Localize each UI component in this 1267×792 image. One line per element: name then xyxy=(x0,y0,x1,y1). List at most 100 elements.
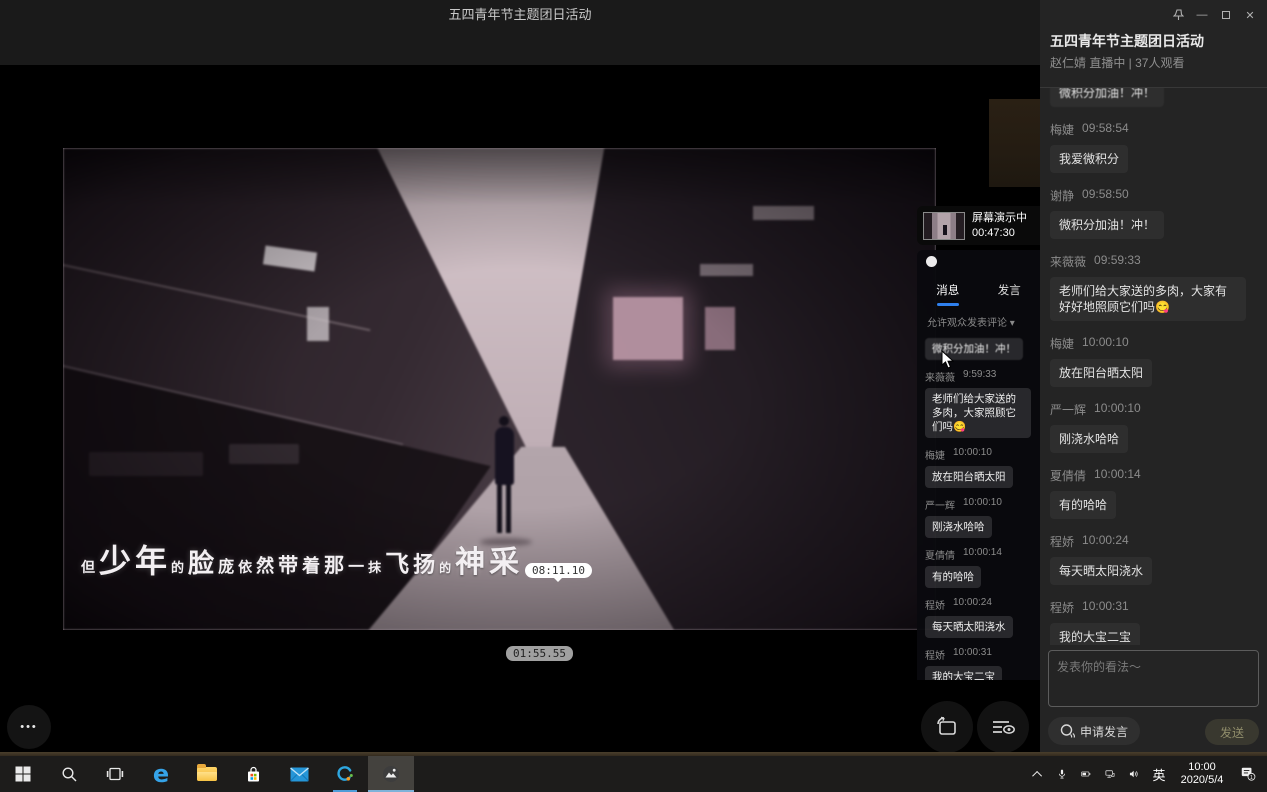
sender-name: 程娇 xyxy=(925,597,945,612)
top-title-bar: 五四青年节主题团日活动 xyxy=(0,0,1040,65)
message-bubble: 微积分加油！冲！ xyxy=(925,338,1023,360)
more-options-button[interactable]: ••• xyxy=(7,705,51,749)
app-window: 五四青年节主题团日活动 但少年的脸庞依然带着那一抹飞扬的神采 08:11.10 xyxy=(0,0,1267,792)
chat-message: 谢静 09:58:50 微积分加油！冲！ xyxy=(1050,187,1257,239)
task-view-button[interactable] xyxy=(92,756,138,792)
floating-chat-panel: 消息 发言 允许观众发表评论 ▾ 微积分加油！冲！ 来薇薇 9:59:33 老师… xyxy=(917,250,1040,680)
message-bubble: 每天晒太阳浇水 xyxy=(1050,557,1152,585)
folder-icon xyxy=(197,767,217,781)
chat-message: 梅婕 10:00:10 放在阳台晒太阳 xyxy=(925,447,1032,488)
message-time: 10:00:14 xyxy=(963,547,1002,562)
microphone-icon xyxy=(1057,766,1067,782)
sender-name: 梅婕 xyxy=(925,447,945,462)
overlay-message-list[interactable]: 微积分加油！冲！ 来薇薇 9:59:33 老师们给大家送的多肉，大家照顾它们吗😋… xyxy=(917,332,1040,680)
message-bubble: 微积分加油！冲！ xyxy=(1050,88,1164,107)
tray-date: 2020/5/4 xyxy=(1179,774,1225,787)
message-bubble: 我的大宝二宝 xyxy=(925,666,1002,680)
start-button[interactable] xyxy=(0,756,46,792)
restore-button[interactable] xyxy=(1217,7,1235,23)
taskbar-clock[interactable]: 10:00 2020/5/4 xyxy=(1173,760,1231,788)
tab-speak[interactable]: 发言 xyxy=(998,282,1021,298)
chat-message: 程娇 10:00:24 每天晒太阳浇水 xyxy=(1050,533,1257,585)
message-time: 10:00:24 xyxy=(1082,533,1129,550)
search-button[interactable] xyxy=(46,756,92,792)
message-time: 10:00:10 xyxy=(953,447,992,462)
message-bubble: 老师们给大家送的多肉，大家照顾它们吗😋 xyxy=(925,388,1031,438)
sender-name: 程娇 xyxy=(925,647,945,662)
chat-message: 严一辉 10:00:10 刚浇水哈哈 xyxy=(925,497,1032,538)
tray-expand-button[interactable] xyxy=(1027,756,1049,792)
message-bubble: 放在阳台晒太阳 xyxy=(1050,359,1152,387)
active-live-app-button[interactable] xyxy=(368,756,414,792)
file-explorer-button[interactable] xyxy=(184,756,230,792)
edge-icon: e xyxy=(153,762,169,786)
message-time: 10:00:24 xyxy=(953,597,992,612)
playback-time-pill: 01:55.55 xyxy=(506,646,573,661)
presentation-stage: 但少年的脸庞依然带着那一抹飞扬的神采 08:11.10 01:55.55 屏幕演… xyxy=(0,65,1040,752)
message-time: 10:00:10 xyxy=(1082,335,1129,352)
chat-message: 程娇 10:00:24 每天晒太阳浇水 xyxy=(925,597,1032,638)
chat-message: 程娇 10:00:31 我的大宝二宝 xyxy=(1050,599,1257,645)
shared-screen-video[interactable]: 但少年的脸庞依然带着那一抹飞扬的神采 08:11.10 xyxy=(63,148,936,630)
message-time: 09:58:54 xyxy=(1082,121,1129,138)
notification-icon: 1 xyxy=(1239,762,1257,786)
sender-name: 梅婕 xyxy=(1050,335,1074,352)
restore-icon xyxy=(1222,11,1230,19)
caret-down-icon: ▾ xyxy=(1010,318,1015,329)
pin-button[interactable] xyxy=(1169,7,1187,23)
task-view-icon xyxy=(106,766,124,782)
tray-time: 10:00 xyxy=(1179,761,1225,774)
message-bubble: 放在阳台晒太阳 xyxy=(925,466,1013,488)
ime-indicator[interactable]: 英 xyxy=(1147,756,1171,792)
comment-permission-dropdown[interactable]: 允许观众发表评论 ▾ xyxy=(927,314,1015,329)
chat-sidebar: — ✕ 五四青年节主题团日活动 赵仁婧 直播中 | 37人观看 微积分加油！冲！… xyxy=(1040,0,1267,752)
network-tray-button[interactable] xyxy=(1099,756,1121,792)
chat-message: 夏倩倩 10:00:14 有的哈哈 xyxy=(925,547,1032,588)
close-button[interactable]: ✕ xyxy=(1241,7,1259,23)
message-bubble: 老师们给大家送的多肉，大家有好好地照顾它们吗😋 xyxy=(1050,277,1246,321)
list-eye-icon xyxy=(990,717,1016,737)
rotate-view-icon xyxy=(935,716,959,738)
share-status-label: 屏幕演示中 xyxy=(972,211,1027,226)
minimize-button[interactable]: — xyxy=(1193,7,1211,23)
comment-input[interactable] xyxy=(1048,650,1259,707)
sender-name: 严一辉 xyxy=(925,497,955,512)
message-time: 10:00:10 xyxy=(963,497,1002,512)
video-subtitle: 但少年的脸庞依然带着那一抹飞扬的神采 xyxy=(81,536,681,582)
sender-name: 程娇 xyxy=(1050,599,1074,616)
send-button[interactable]: 发送 xyxy=(1205,719,1259,745)
message-bubble: 微积分加油！冲！ xyxy=(1050,211,1164,239)
store-button[interactable] xyxy=(230,756,276,792)
windows-taskbar: e xyxy=(0,756,1267,792)
speaker-icon xyxy=(1129,767,1139,781)
chat-message-list[interactable]: 微积分加油！冲！ 梅婕 09:58:54 我爱微积分 谢静 09:58:50 微… xyxy=(1040,88,1267,645)
streamer-status: 赵仁婧 直播中 | 37人观看 xyxy=(1050,54,1184,71)
sender-name: 梅婕 xyxy=(1050,121,1074,138)
sender-name: 严一辉 xyxy=(1050,401,1086,418)
switch-layout-button[interactable] xyxy=(921,701,973,753)
seek-time-tooltip: 08:11.10 xyxy=(525,563,592,578)
share-preview-thumbnail xyxy=(923,212,965,240)
volume-tray-button[interactable] xyxy=(1123,756,1145,792)
chat-message: 夏倩倩 10:00:14 有的哈哈 xyxy=(1050,467,1257,519)
status-dot-icon xyxy=(926,256,937,267)
tencent-chat-icon xyxy=(336,765,354,783)
mail-button[interactable] xyxy=(276,756,322,792)
tab-messages[interactable]: 消息 xyxy=(936,282,959,298)
request-speak-button[interactable]: 申请发言 xyxy=(1048,717,1140,745)
chat-message: 梅婕 09:58:54 我爱微积分 xyxy=(1050,121,1257,173)
tencent-meeting-button[interactable] xyxy=(322,756,368,792)
edge-button[interactable]: e xyxy=(138,756,184,792)
mail-icon xyxy=(290,767,309,782)
message-bubble: 我爱微积分 xyxy=(1050,145,1128,173)
chat-message: 来薇薇 9:59:33 老师们给大家送的多肉，大家照顾它们吗😋 xyxy=(925,369,1032,438)
battery-tray-button[interactable] xyxy=(1075,756,1097,792)
notification-center-button[interactable]: 1 xyxy=(1233,756,1263,792)
chat-visibility-button[interactable] xyxy=(977,701,1029,753)
meeting-title: 五四青年节主题团日活动 xyxy=(0,4,1040,23)
message-bubble: 刚浇水哈哈 xyxy=(1050,425,1128,453)
chat-message: 程娇 10:00:31 我的大宝二宝 xyxy=(925,647,1032,680)
battery-icon xyxy=(1081,767,1091,781)
microphone-tray-button[interactable] xyxy=(1051,756,1073,792)
message-time: 10:00:31 xyxy=(1082,599,1129,616)
